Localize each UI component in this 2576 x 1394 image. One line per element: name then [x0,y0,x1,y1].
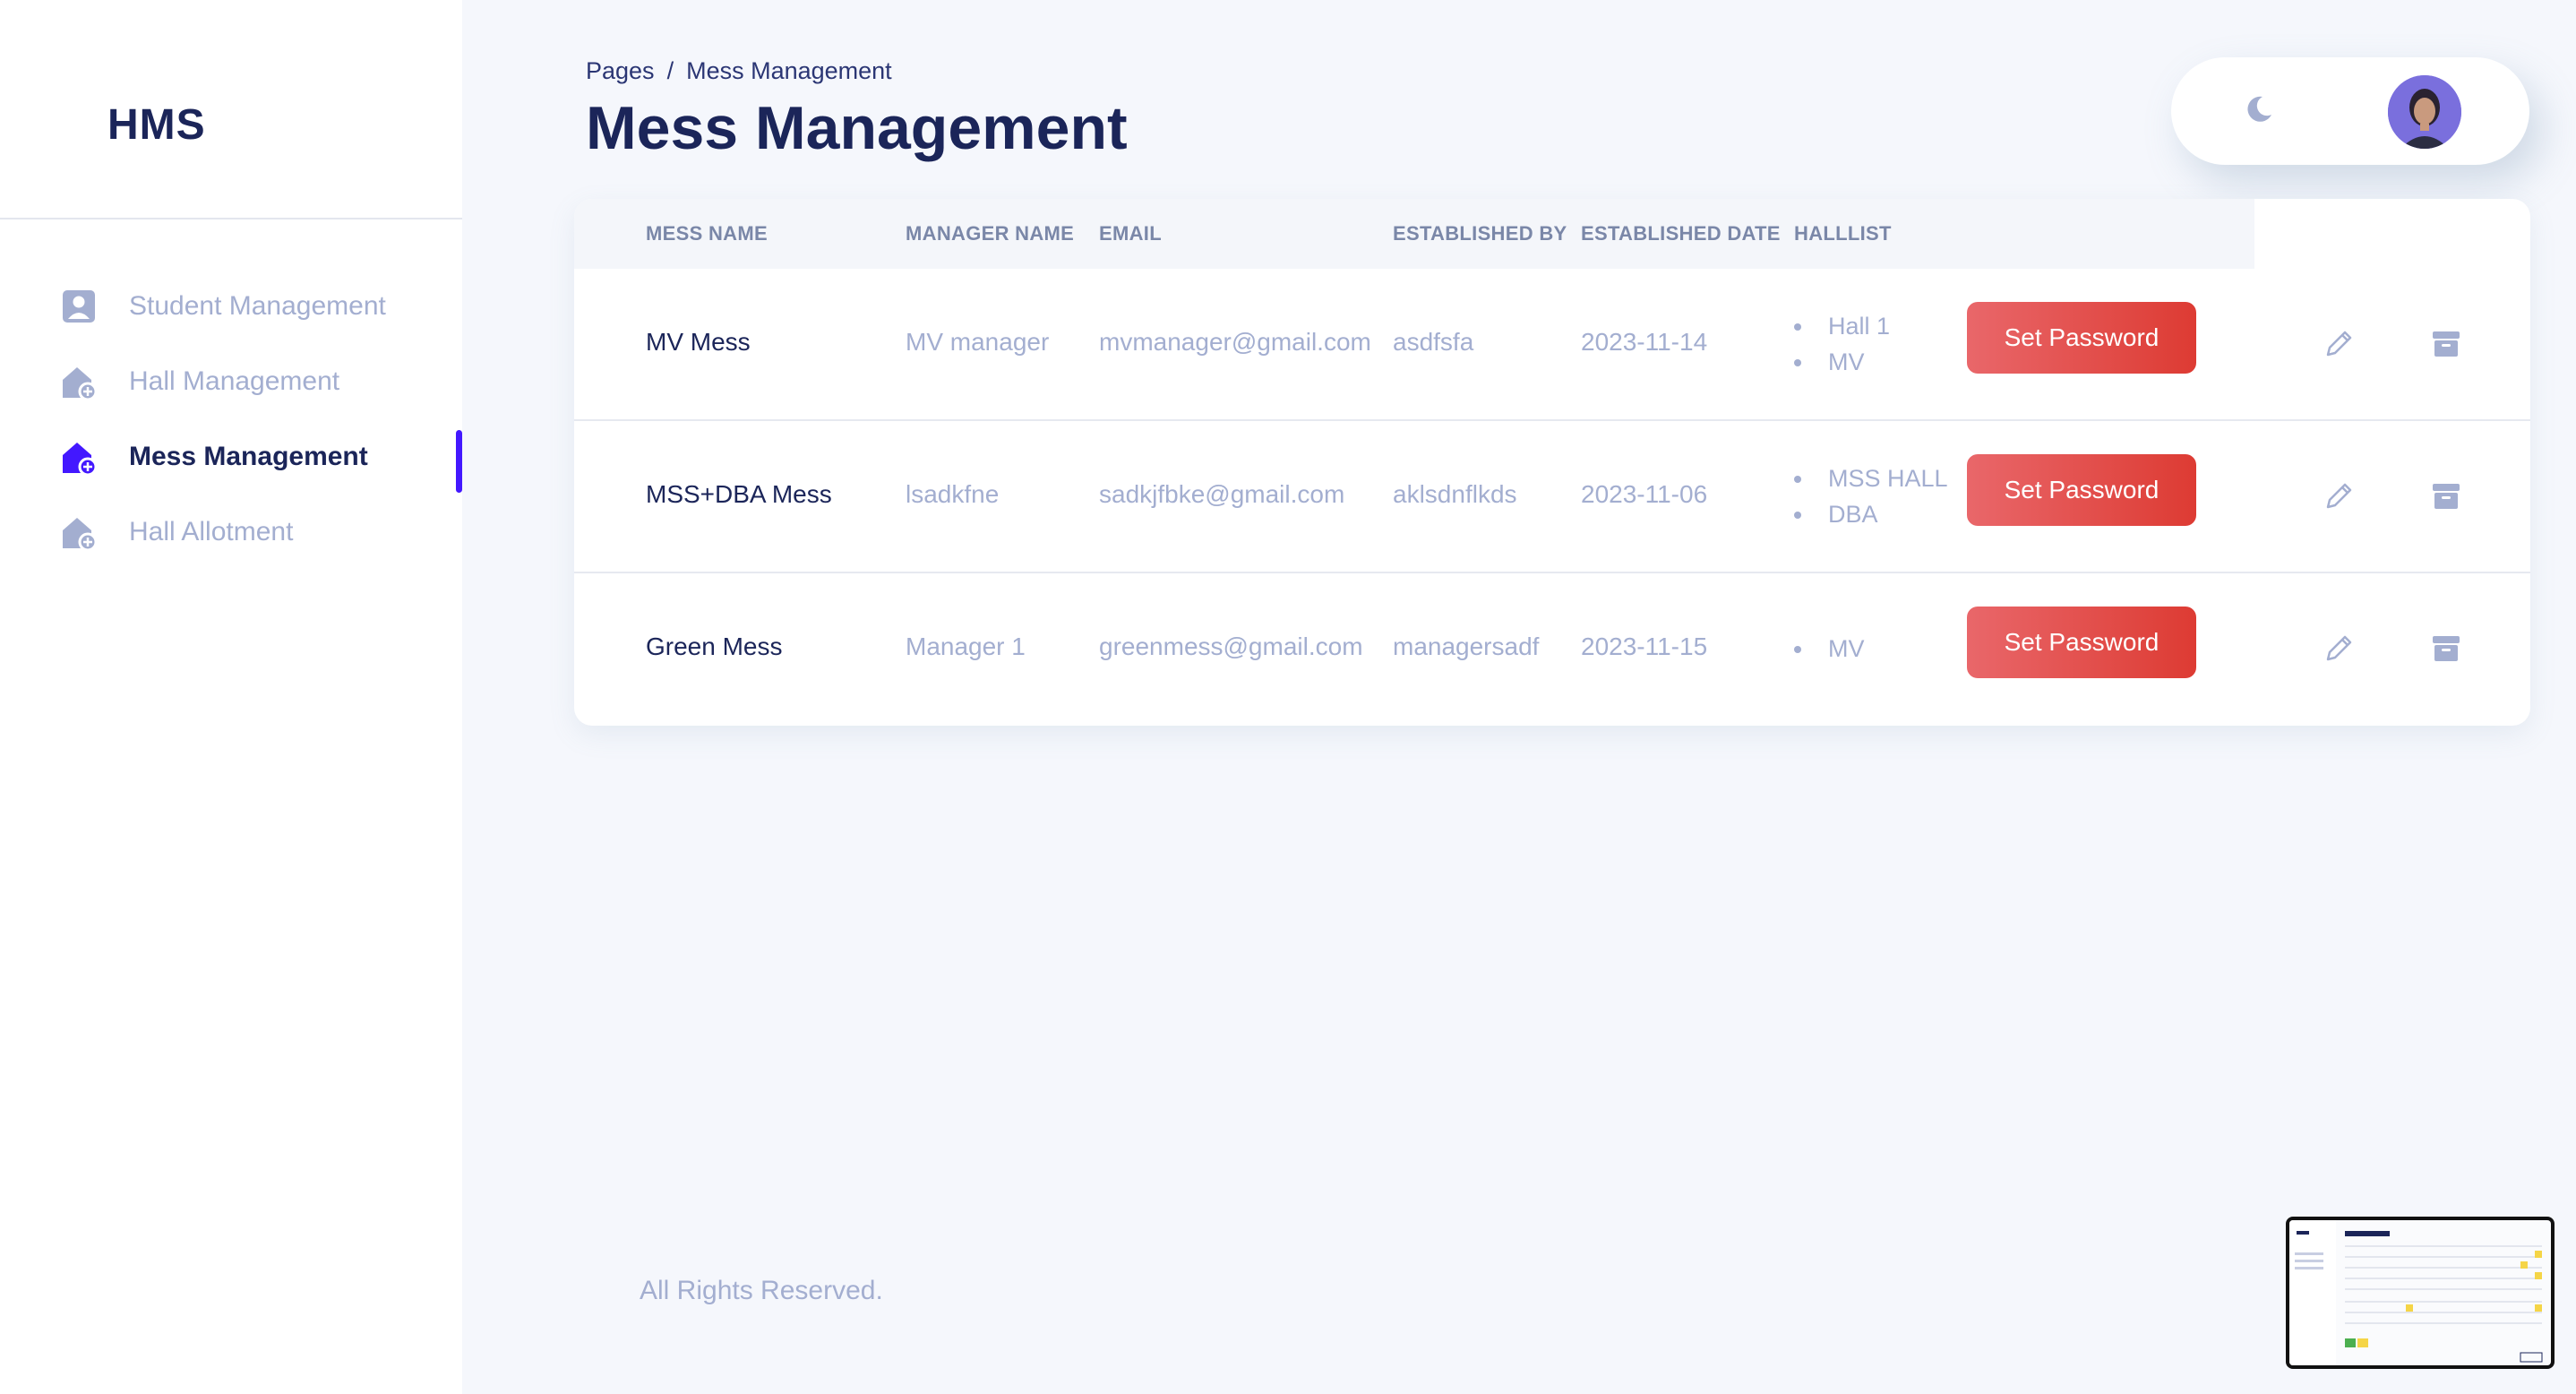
top-navbar [2171,57,2529,165]
page-title: Mess Management [586,94,1128,162]
established-by-cell: aklsdnflkds [1393,480,1517,508]
email-cell: mvmanager@gmail.com [1099,328,1371,356]
breadcrumb: Pages / Mess Management [586,57,892,85]
hall-list: MV [1794,631,1865,667]
student-icon [63,290,95,323]
archive-icon[interactable] [2428,326,2464,362]
sidebar-item-label: Student Management [129,291,386,321]
email-cell: greenmess@gmail.com [1099,632,1363,660]
manager-name-cell: Manager 1 [906,632,1026,660]
allotment-icon [63,518,98,552]
column-header-established-by: ESTABLISHED BY [1393,222,1567,245]
established-date-cell: 2023-11-06 [1581,480,1708,508]
table-row: MV Mess MV manager mvmanager@gmail.com a… [574,269,2530,419]
footer-text: All Rights Reserved. [640,1276,883,1305]
column-header-established-date: ESTABLISHED DATE [1581,222,1781,245]
sidebar-divider [0,218,462,219]
set-password-button[interactable]: Set Password [1967,607,2196,678]
breadcrumb-current: Mess Management [686,57,892,84]
established-by-cell: asdfsfa [1393,328,1474,356]
brand-logo: HMS [107,101,206,149]
established-date-cell: 2023-11-15 [1581,632,1708,660]
column-header-email: EMAIL [1099,222,1162,245]
hall-icon [63,367,98,401]
avatar[interactable] [2388,75,2461,149]
hall-list: Hall 1 MV [1794,308,1890,380]
table-header: MESS NAME MANAGER NAME EMAIL ESTABLISHED… [574,199,2254,269]
column-header-halllist: HALLLIST [1794,222,1892,245]
thumbnail-image [2289,1220,2543,1365]
sidebar: HMS Student Management Hall Management M… [0,0,462,1394]
active-indicator [456,430,462,493]
edit-icon[interactable] [2321,478,2357,514]
breadcrumb-root[interactable]: Pages [586,57,655,84]
sidebar-item-mess-management[interactable]: Mess Management [0,419,462,495]
hall-list-item: MV [1794,631,1865,667]
hall-list-item: MV [1794,344,1890,380]
window-thumbnail-preview [2289,1220,2551,1365]
edit-icon[interactable] [2321,631,2357,667]
mess-name-cell: MSS+DBA Mess [646,480,832,508]
avatar-image [2388,75,2461,149]
set-password-button[interactable]: Set Password [1967,454,2196,526]
manager-name-cell: MV manager [906,328,1050,356]
hall-list-item: DBA [1794,496,1948,532]
hall-list-item: Hall 1 [1794,308,1890,344]
hall-list-item: MSS HALL [1794,460,1948,496]
archive-icon[interactable] [2428,631,2464,667]
hall-list: MSS HALL DBA [1794,460,1948,532]
column-header-manager-name: MANAGER NAME [906,222,1075,245]
sidebar-item-label: Hall Allotment [129,517,294,546]
email-cell: sadkjfbke@gmail.com [1099,480,1345,508]
mess-table: MESS NAME MANAGER NAME EMAIL ESTABLISHED… [574,199,2530,726]
table-row: MSS+DBA Mess lsadkfne sadkjfbke@gmail.co… [574,419,2530,572]
manager-name-cell: lsadkfne [906,480,1000,508]
edit-icon[interactable] [2321,326,2357,362]
mess-icon [63,443,98,477]
established-date-cell: 2023-11-14 [1581,328,1708,356]
moon-icon[interactable] [2243,93,2275,125]
window-thumbnail[interactable] [2286,1217,2555,1369]
sidebar-item-hall-allotment[interactable]: Hall Allotment [0,495,462,570]
breadcrumb-separator: / [666,57,674,84]
set-password-button[interactable]: Set Password [1967,302,2196,374]
archive-icon[interactable] [2428,478,2464,514]
column-header-mess-name: MESS NAME [646,222,768,245]
sidebar-item-label: Mess Management [129,442,368,471]
sidebar-item-label: Hall Management [129,366,340,396]
table-row: Green Mess Manager 1 greenmess@gmail.com… [574,572,2530,724]
mess-name-cell: MV Mess [646,328,751,356]
sidebar-item-student-management[interactable]: Student Management [0,269,462,344]
established-by-cell: managersadf [1393,632,1540,660]
mess-name-cell: Green Mess [646,632,783,660]
sidebar-nav: Student Management Hall Management Mess … [0,269,462,570]
sidebar-item-hall-management[interactable]: Hall Management [0,344,462,419]
